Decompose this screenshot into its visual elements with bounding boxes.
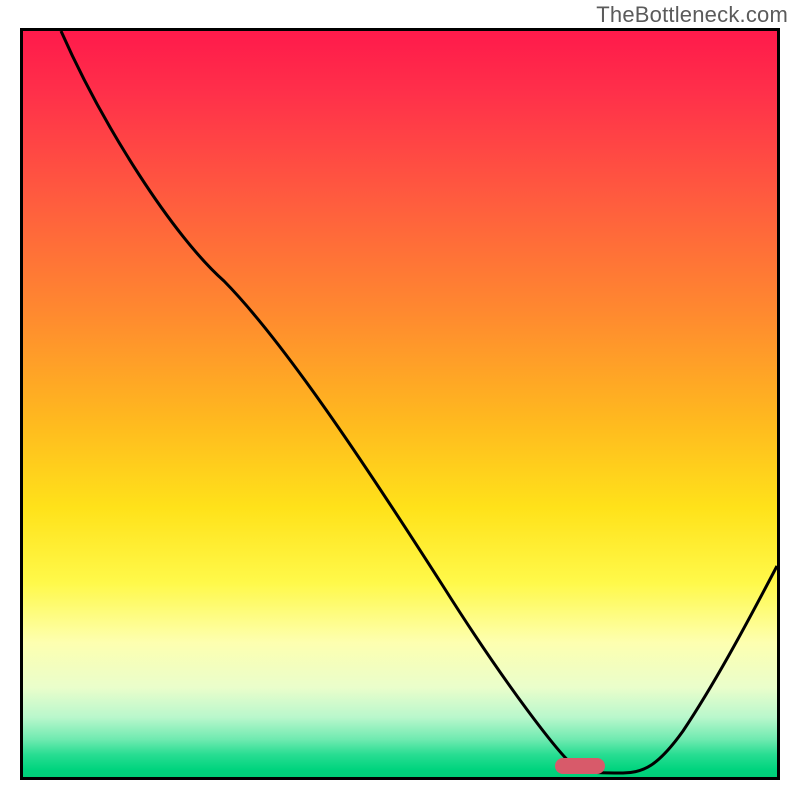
watermark-text: TheBottleneck.com [596,2,788,28]
chart-frame: TheBottleneck.com [0,0,800,800]
plot-area [20,28,780,780]
curve-path [61,31,777,773]
optimal-marker [555,758,605,774]
bottleneck-curve [23,31,777,777]
